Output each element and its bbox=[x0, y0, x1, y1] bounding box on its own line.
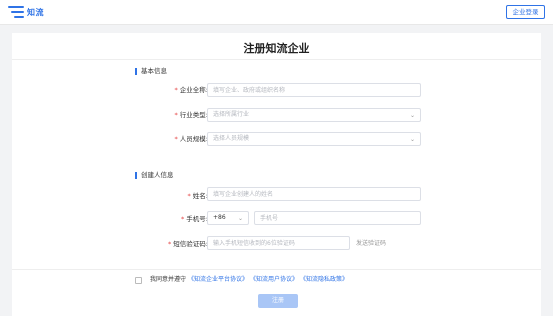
name-label: * 姓名: bbox=[187, 192, 208, 200]
footer-divider bbox=[12, 269, 541, 270]
privacy-policy-link[interactable]: 《知流隐私政策》 bbox=[300, 276, 348, 284]
staff-size-placeholder: 选择人员规模 bbox=[213, 135, 250, 142]
phone-input[interactable] bbox=[254, 211, 421, 225]
sms-code-label: * 短信验证码: bbox=[168, 240, 208, 248]
sms-code-input[interactable] bbox=[207, 236, 350, 250]
register-button[interactable]: 注册 bbox=[258, 294, 298, 308]
country-code-value: +86 bbox=[213, 214, 226, 221]
industry-placeholder: 选择所属行业 bbox=[213, 111, 250, 118]
company-name-label: * 企业全称: bbox=[174, 86, 208, 94]
agreement-text: 我同意并遵守 bbox=[150, 276, 187, 283]
creator-name-input[interactable] bbox=[207, 187, 421, 201]
section-creator-info: 创建人信息 bbox=[135, 172, 174, 179]
enterprise-login-button[interactable]: 企业登录 bbox=[506, 5, 545, 19]
phone-label: * 手机号: bbox=[181, 215, 208, 223]
brand-name: 知流 bbox=[27, 7, 44, 17]
section-basic-info: 基本信息 bbox=[135, 68, 167, 75]
title-divider bbox=[12, 59, 541, 60]
agreement-row: 我同意并遵守 《知流企业平台协议》 《知流用户协议》 《知流隐私政策》 bbox=[135, 276, 348, 284]
staff-size-label: * 人员规模: bbox=[174, 135, 208, 143]
industry-label: * 行业类型: bbox=[174, 111, 208, 119]
chevron-down-icon: ⌄ bbox=[237, 215, 243, 222]
platform-agreement-link[interactable]: 《知流企业平台协议》 bbox=[188, 276, 248, 284]
chevron-down-icon: ⌄ bbox=[409, 136, 415, 143]
registration-card: 注册知流企业 基本信息 *企业全称: *行业类型: 选择所属行业 ⌄ *人员规模… bbox=[12, 33, 541, 316]
staff-size-select[interactable]: 选择人员规模 ⌄ bbox=[207, 132, 421, 146]
industry-select[interactable]: 选择所属行业 ⌄ bbox=[207, 108, 421, 122]
agree-checkbox[interactable] bbox=[135, 276, 142, 284]
top-bar: 知流 企业登录 bbox=[0, 0, 553, 25]
country-code-select[interactable]: +86 ⌄ bbox=[207, 211, 249, 225]
logo-icon bbox=[8, 6, 24, 18]
send-code-button[interactable]: 发送验证码 bbox=[356, 240, 386, 248]
page-title: 注册知流企业 bbox=[243, 42, 310, 55]
user-agreement-link[interactable]: 《知流用户协议》 bbox=[250, 276, 298, 284]
company-name-input[interactable] bbox=[207, 83, 421, 97]
brand-logo[interactable]: 知流 bbox=[8, 5, 44, 19]
chevron-down-icon: ⌄ bbox=[409, 112, 415, 119]
